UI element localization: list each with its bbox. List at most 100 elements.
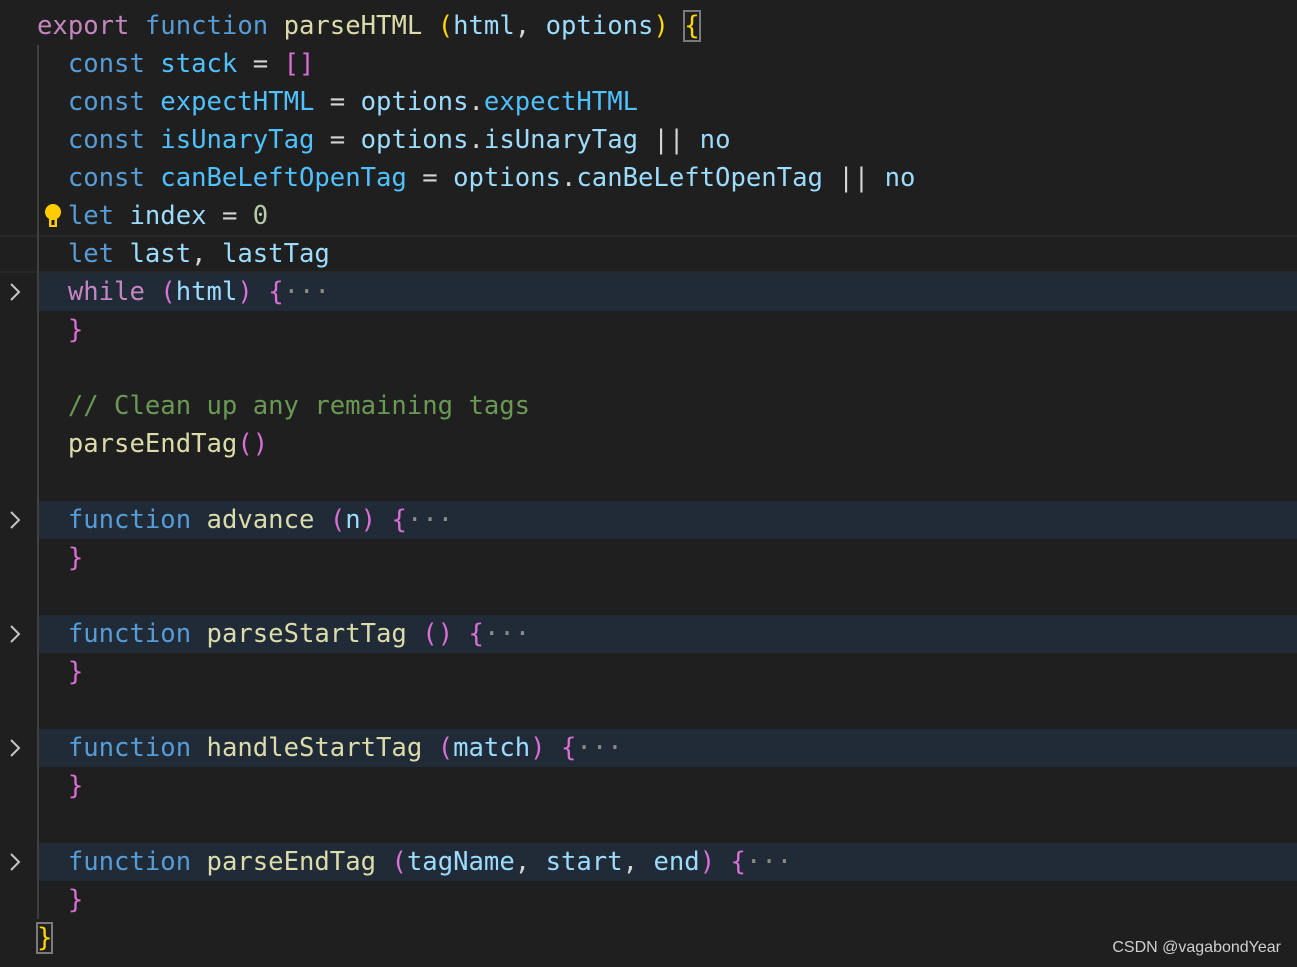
folded-code-line[interactable]: function parseEndTag (tagName, start, en… [0, 843, 1297, 881]
code-token: n [345, 505, 361, 535]
code-line[interactable]: let last, lastTag [0, 235, 1297, 273]
code-token: const [67, 87, 145, 117]
code-line[interactable]: } [0, 767, 1297, 805]
lightbulb-icon[interactable] [42, 203, 64, 229]
indent-guide [37, 805, 39, 843]
code-token: isUnaryTag [483, 125, 639, 155]
code-text: const canBeLeftOpenTag = options.canBeLe… [37, 159, 916, 197]
code-token: options [545, 11, 654, 41]
code-text: } [37, 311, 83, 349]
code-token: function [67, 505, 192, 535]
code-token: || [638, 125, 700, 155]
code-token: { [468, 619, 484, 649]
chevron-right-icon[interactable] [6, 510, 24, 530]
code-text: while (html) {··· [37, 273, 330, 311]
code-line[interactable]: } [0, 539, 1297, 577]
code-token: } [67, 657, 84, 687]
code-line[interactable] [0, 463, 1297, 501]
folded-code-line[interactable]: function handleStartTag (match) {··· [0, 729, 1297, 767]
code-token: handleStartTag [206, 733, 423, 763]
code-token: isUnaryTag [160, 125, 315, 155]
code-token: ) [360, 505, 377, 535]
code-line[interactable]: let index = 0 [0, 197, 1297, 235]
code-token: ) [237, 277, 253, 307]
code-token: ( [437, 11, 454, 41]
code-token: () [422, 619, 454, 649]
code-text: const expectHTML = options.expectHTML [37, 83, 638, 121]
code-token: { [561, 733, 577, 763]
code-line[interactable] [0, 349, 1297, 387]
code-line[interactable]: } [0, 653, 1297, 691]
indent-guide [37, 349, 39, 387]
code-token: ··· [745, 847, 793, 877]
code-line[interactable]: const expectHTML = options.expectHTML [0, 83, 1297, 121]
code-text: let index = 0 [37, 197, 268, 235]
code-token: last [129, 239, 192, 269]
code-line[interactable]: const canBeLeftOpenTag = options.canBeLe… [0, 159, 1297, 197]
code-token: } [35, 922, 54, 954]
code-token: start [545, 847, 623, 877]
code-token: } [67, 315, 84, 345]
code-token: ( [329, 505, 346, 535]
code-line[interactable]: export function parseHTML (html, options… [0, 7, 1297, 45]
code-line[interactable]: } [0, 881, 1297, 919]
code-token: } [67, 885, 84, 915]
chevron-right-icon[interactable] [6, 738, 24, 758]
code-token: function [67, 619, 192, 649]
code-text: parseEndTag() [37, 425, 268, 463]
code-line[interactable]: } [0, 919, 1297, 957]
code-token: { [391, 505, 407, 535]
code-token: } [67, 771, 84, 801]
code-token: let [67, 239, 115, 269]
code-token: options [360, 125, 469, 155]
code-token: parseStartTag [206, 619, 407, 649]
code-token: stack [160, 49, 238, 79]
code-line[interactable]: const stack = [] [0, 45, 1297, 83]
code-text: const isUnaryTag = options.isUnaryTag ||… [37, 121, 731, 159]
code-line[interactable] [0, 577, 1297, 615]
folded-code-line[interactable]: function parseStartTag () {··· [0, 615, 1297, 653]
code-token: expectHTML [160, 87, 315, 117]
code-token: let [67, 201, 115, 231]
code-line[interactable] [0, 691, 1297, 729]
code-token: . [468, 125, 484, 155]
chevron-right-icon[interactable] [6, 282, 24, 302]
code-line[interactable]: } [0, 311, 1297, 349]
chevron-right-icon[interactable] [6, 624, 24, 644]
code-line[interactable]: const isUnaryTag = options.isUnaryTag ||… [0, 121, 1297, 159]
code-line[interactable] [0, 805, 1297, 843]
code-token: match [453, 733, 531, 763]
code-line[interactable]: // Clean up any remaining tags [0, 387, 1297, 425]
code-text: function handleStartTag (match) {··· [37, 729, 623, 767]
code-token: html [175, 277, 238, 307]
folded-code-line[interactable]: while (html) {··· [0, 273, 1297, 311]
code-text: } [35, 919, 54, 957]
code-text: } [37, 767, 83, 805]
code-token: options [453, 163, 561, 193]
code-token: || [822, 163, 885, 193]
code-token: // Clean up any remaining tags [67, 391, 531, 421]
code-editor[interactable]: export function parseHTML (html, options… [0, 7, 1297, 957]
chevron-right-icon[interactable] [6, 852, 24, 872]
code-token: ( [391, 847, 407, 877]
code-token: = [406, 163, 454, 193]
code-token: function [67, 847, 192, 877]
folded-code-line[interactable]: function advance (n) {··· [0, 501, 1297, 539]
code-token: = [314, 87, 361, 117]
code-line[interactable]: parseEndTag() [0, 425, 1297, 463]
code-token: export [37, 11, 130, 41]
